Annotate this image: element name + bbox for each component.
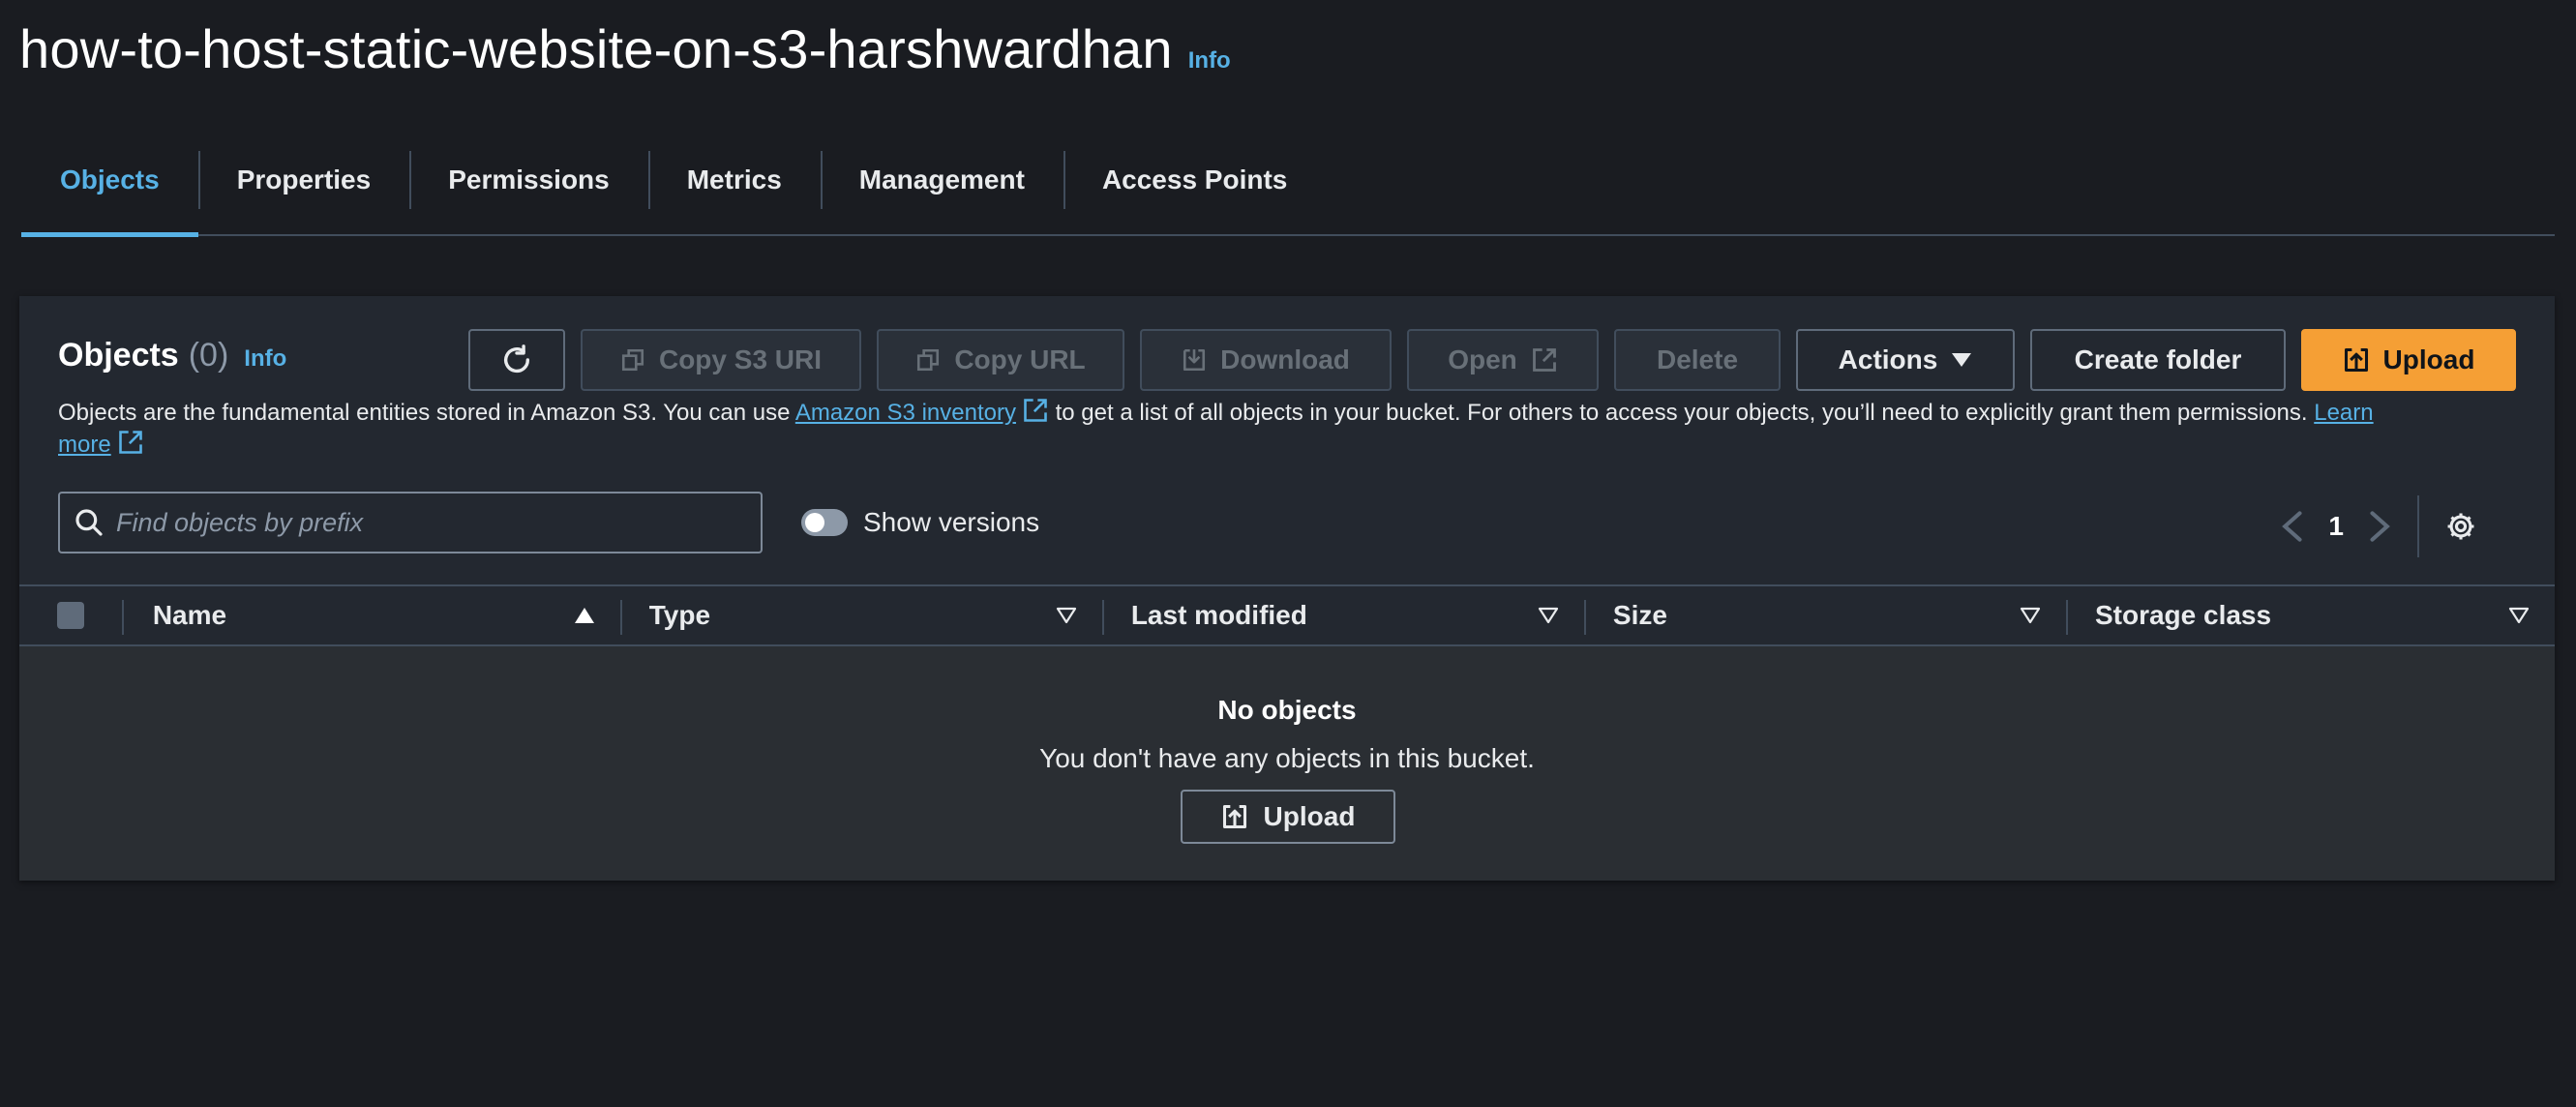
- column-header-name[interactable]: Name: [121, 586, 620, 644]
- tab-label: Properties: [236, 165, 372, 194]
- column-header-last-modified[interactable]: Last modified: [1101, 586, 1584, 644]
- column-label: Storage class: [2094, 600, 2272, 630]
- upload-button[interactable]: Upload: [2301, 329, 2516, 391]
- tab-label: Permissions: [448, 165, 610, 194]
- objects-description: Objects are the fundamental entities sto…: [58, 397, 2477, 461]
- sort-icon: [2508, 607, 2530, 624]
- objects-panel-header: Objects (0) Info: [58, 337, 286, 374]
- empty-state: No objects You don't have any objects in…: [19, 646, 2555, 881]
- upload-label: Upload: [2382, 344, 2475, 374]
- objects-toolbar: Copy S3 URI Copy URL Download Open Delet…: [468, 329, 2516, 391]
- tab-label: Management: [858, 165, 1025, 194]
- objects-panel-title: Objects: [58, 337, 179, 374]
- learn-more-label: Learn: [2314, 400, 2374, 426]
- show-versions: Show versions: [801, 507, 1039, 538]
- empty-state-message: You don't have any objects in this bucke…: [1039, 743, 1535, 773]
- column-label: Size: [1612, 600, 1667, 630]
- previous-page-button[interactable]: [2280, 510, 2303, 543]
- column-header-storage-class[interactable]: Storage class: [2065, 586, 2555, 644]
- description-text: to get a list of all objects in your buc…: [1048, 400, 2315, 426]
- chevron-right-icon: [2370, 511, 2390, 542]
- column-header-size[interactable]: Size: [1583, 586, 2066, 644]
- tab-access-points[interactable]: Access Points: [1063, 145, 1326, 234]
- sort-icon: [1538, 607, 1559, 624]
- copy-icon: [621, 348, 644, 372]
- search-input[interactable]: [116, 507, 735, 538]
- copy-url-button[interactable]: Copy URL: [877, 329, 1124, 391]
- tab-label: Objects: [60, 165, 160, 194]
- current-page-number[interactable]: 1: [2328, 511, 2344, 542]
- description-text: Objects are the fundamental entities sto…: [58, 400, 795, 426]
- bucket-tabs: Objects Properties Permissions Metrics M…: [21, 145, 2555, 237]
- delete-label: Delete: [1656, 344, 1739, 374]
- open-label: Open: [1448, 344, 1517, 374]
- sort-ascending-icon: [574, 608, 594, 623]
- pagination-divider: [2417, 495, 2419, 557]
- search-box: [58, 492, 763, 554]
- copy-s3-uri-label: Copy S3 URI: [658, 344, 823, 374]
- learn-more-label: more: [58, 432, 111, 458]
- column-label: Last modified: [1130, 600, 1307, 630]
- download-label: Download: [1220, 344, 1350, 374]
- select-all-column: [19, 586, 122, 644]
- tab-objects[interactable]: Objects: [21, 145, 198, 237]
- create-folder-label: Create folder: [2074, 344, 2242, 374]
- refresh-icon: [503, 344, 530, 374]
- tab-metrics[interactable]: Metrics: [647, 145, 821, 234]
- header-info-link[interactable]: Info: [1188, 47, 1231, 75]
- s3-inventory-link-label: Amazon S3 inventory: [794, 400, 1016, 426]
- objects-count: (0): [188, 337, 229, 374]
- copy-icon: [917, 348, 940, 372]
- sort-icon: [2020, 607, 2041, 624]
- objects-table-header: Name Type Last modified Size Storage cla…: [19, 584, 2555, 646]
- copy-url-label: Copy URL: [954, 344, 1086, 374]
- delete-button[interactable]: Delete: [1614, 329, 1781, 391]
- show-versions-label: Show versions: [863, 507, 1040, 537]
- empty-state-title: No objects: [1217, 695, 1357, 725]
- actions-dropdown[interactable]: Actions: [1796, 329, 2015, 391]
- create-folder-button[interactable]: Create folder: [2030, 329, 2286, 391]
- external-link-icon: [118, 431, 142, 454]
- tab-permissions[interactable]: Permissions: [409, 145, 648, 234]
- tab-label: Metrics: [686, 165, 782, 194]
- sort-icon: [1056, 607, 1076, 624]
- page-header: how-to-host-static-website-on-s3-harshwa…: [19, 17, 1231, 80]
- select-all-checkbox[interactable]: [56, 602, 84, 629]
- gear-icon: [2447, 513, 2474, 540]
- refresh-button[interactable]: [468, 329, 565, 391]
- caret-down-icon: [1952, 353, 1972, 367]
- download-button[interactable]: Download: [1140, 329, 1392, 391]
- chevron-left-icon: [2282, 511, 2302, 542]
- objects-info-link[interactable]: Info: [244, 345, 286, 373]
- pagination: 1: [2280, 495, 2477, 557]
- column-header-type[interactable]: Type: [619, 586, 1102, 644]
- open-button[interactable]: Open: [1407, 329, 1599, 391]
- upload-icon: [2344, 347, 2368, 373]
- upload-icon: [1222, 804, 1246, 829]
- tab-properties[interactable]: Properties: [197, 145, 410, 234]
- objects-panel: Objects (0) Info Copy S3 URI Copy URL Do…: [19, 296, 2555, 881]
- tab-management[interactable]: Management: [820, 145, 1063, 234]
- s3-inventory-link[interactable]: Amazon S3 inventory: [795, 400, 1016, 426]
- empty-state-upload-label: Upload: [1263, 801, 1356, 831]
- toggle-knob: [805, 513, 824, 532]
- preferences-button[interactable]: [2444, 510, 2477, 543]
- empty-state-upload-button[interactable]: Upload: [1181, 790, 1395, 844]
- column-label: Type: [648, 600, 711, 630]
- download-icon: [1183, 348, 1206, 372]
- next-page-button[interactable]: [2369, 510, 2392, 543]
- external-link-icon: [1024, 399, 1047, 422]
- tab-label: Access Points: [1101, 165, 1288, 194]
- column-label: Name: [152, 600, 227, 630]
- copy-s3-uri-button[interactable]: Copy S3 URI: [581, 329, 861, 391]
- page-title: how-to-host-static-website-on-s3-harshwa…: [19, 18, 1173, 79]
- search-icon: [75, 509, 103, 536]
- external-link-icon: [1532, 348, 1556, 372]
- show-versions-toggle[interactable]: [801, 509, 848, 536]
- actions-label: Actions: [1838, 344, 1938, 374]
